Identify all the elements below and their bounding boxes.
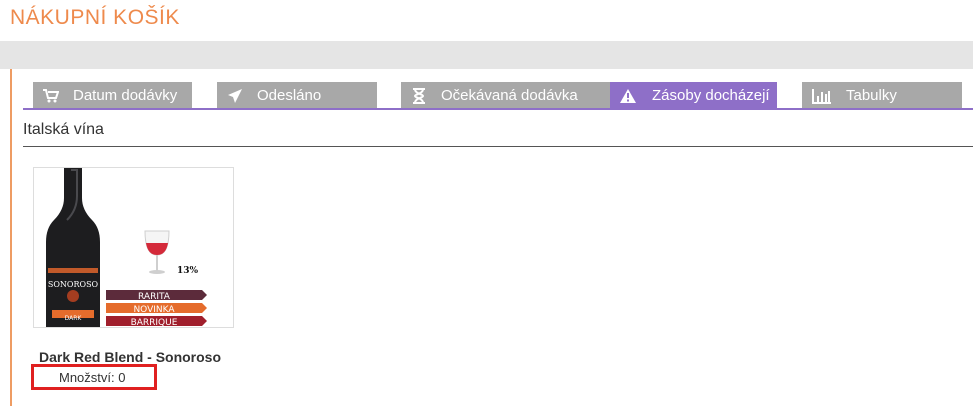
product-name[interactable]: Dark Red Blend - Sonoroso — [39, 349, 221, 365]
ribbon-text: RARITA — [138, 292, 171, 302]
quantity-label: Množství: 0 — [59, 370, 126, 385]
tab-delivery-date[interactable]: Datum dodávky — [33, 82, 192, 109]
tab-low-stock[interactable]: Zásoby docházejí — [610, 82, 777, 109]
hourglass-icon — [409, 86, 429, 106]
tab-label: Zásoby docházejí — [652, 87, 770, 104]
tab-underline — [23, 108, 973, 110]
tab-label: Datum dodávky — [73, 87, 178, 104]
tab-label: Tabulky — [846, 87, 897, 104]
left-accent-bar — [10, 69, 12, 406]
tab-expected-delivery[interactable]: Očekávaná dodávka — [401, 82, 617, 109]
cart-icon — [41, 86, 61, 106]
header-band — [0, 41, 973, 69]
bottle-brand-text: SONOROSO — [48, 280, 99, 289]
tab-label: Odesláno — [257, 87, 322, 104]
bottle-sub-text: DARK — [65, 315, 83, 322]
section-divider — [23, 146, 973, 147]
alcohol-text: 13% — [177, 266, 199, 276]
section-title: Italská vína — [23, 121, 104, 138]
tab-sent[interactable]: Odesláno — [217, 82, 377, 109]
tab-tables[interactable]: Tabulky — [802, 82, 962, 109]
ribbon-text: BARRIQUE — [131, 318, 178, 327]
paper-plane-icon — [225, 86, 245, 106]
tab-label: Očekávaná dodávka — [441, 87, 578, 104]
product-image[interactable]: SONOROSO DARK 13% RARITA NOVINKA BARRIQU… — [33, 167, 234, 328]
wine-bottle-image: SONOROSO DARK 13% RARITA NOVINKA BARRIQU… — [46, 168, 207, 327]
page-title: NÁKUPNÍ KOŠÍK — [10, 6, 180, 29]
warning-icon — [618, 86, 638, 106]
bar-chart-icon — [812, 86, 832, 106]
ribbon-text: NOVINKA — [133, 305, 175, 315]
